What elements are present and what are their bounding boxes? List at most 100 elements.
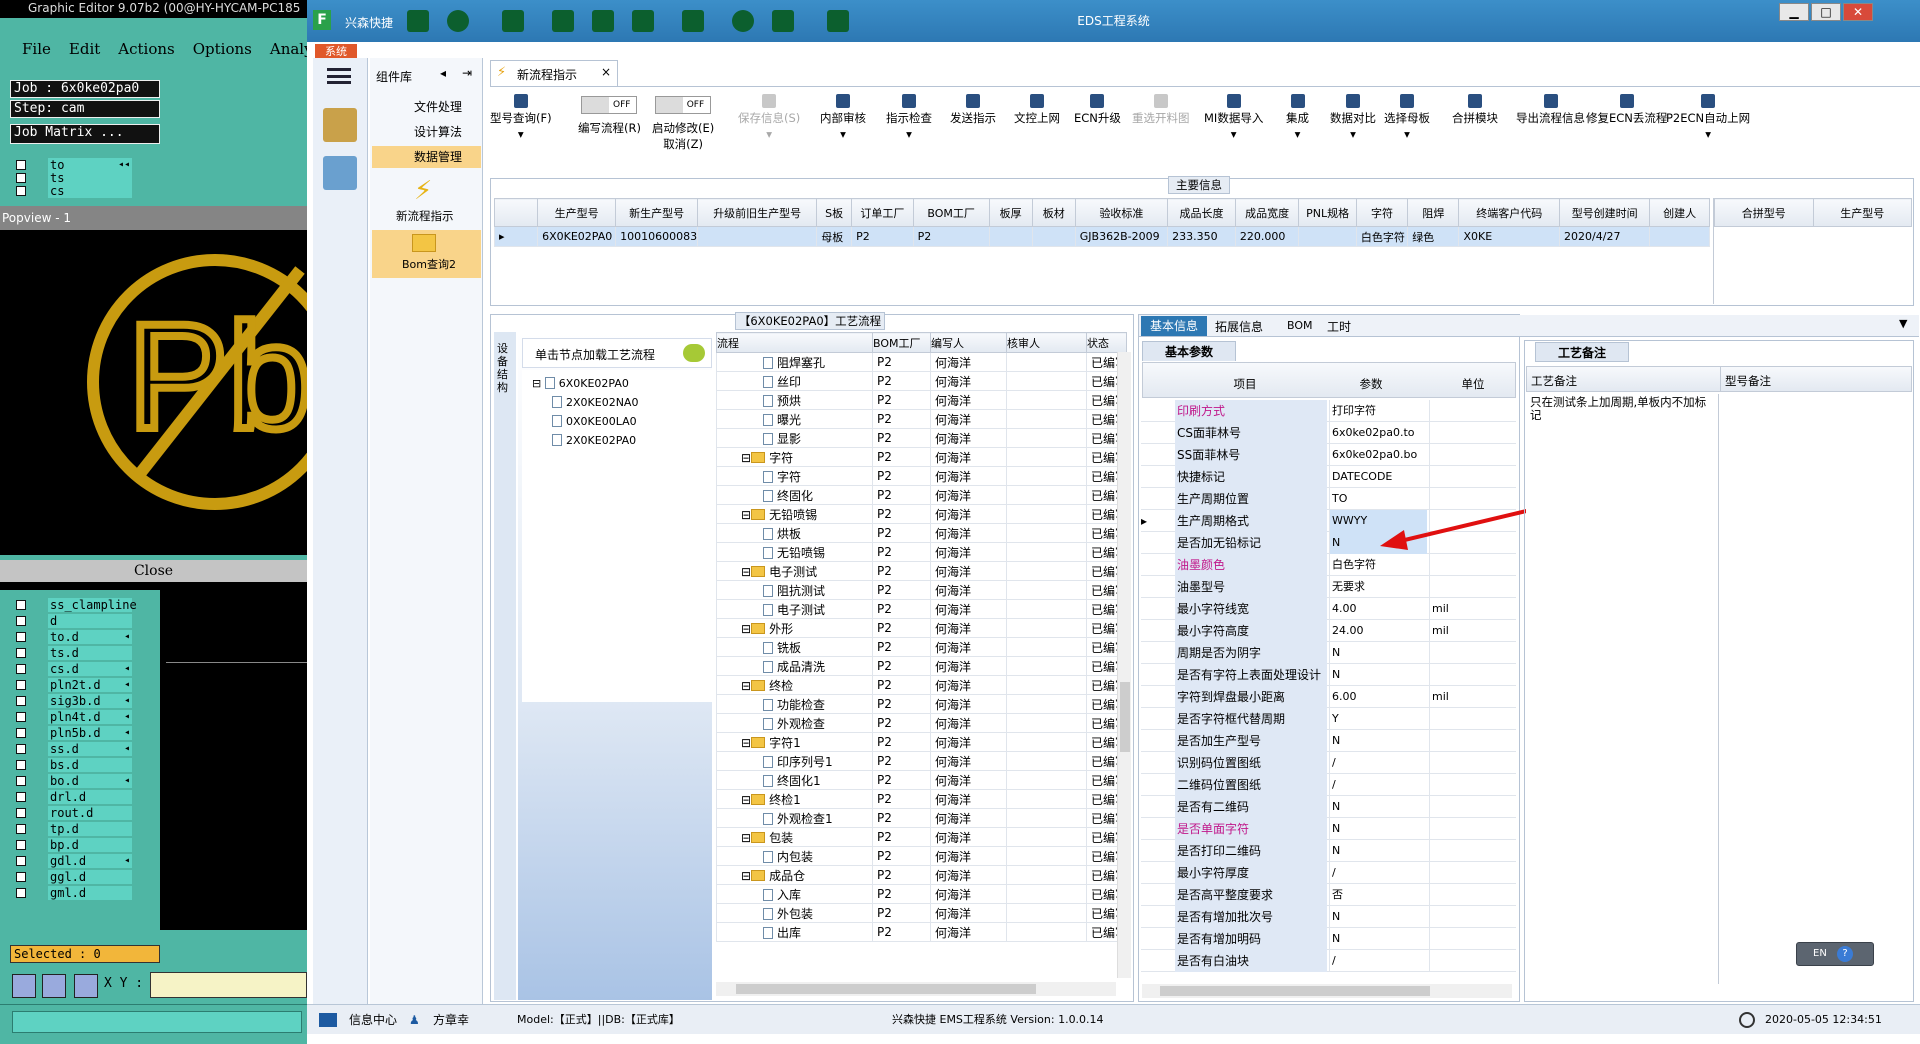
layer-checkbox[interactable]: [16, 792, 26, 802]
column-header[interactable]: 验收标准: [1074, 198, 1169, 227]
process-name-cell[interactable]: 铣板: [716, 637, 873, 657]
table-cell[interactable]: 何海洋: [930, 675, 1007, 695]
ribbon-button-5[interactable]: 指示检查 ▾: [886, 92, 932, 172]
table-cell[interactable]: P2: [872, 352, 931, 372]
process-name-cell[interactable]: 曝光: [716, 409, 873, 429]
table-cell[interactable]: 6X0KE02PA0: [537, 226, 617, 247]
layer-checkbox[interactable]: [16, 776, 26, 786]
layer-checkbox[interactable]: [16, 744, 26, 754]
table-cell[interactable]: [1006, 865, 1087, 885]
table-cell[interactable]: 何海洋: [930, 580, 1007, 600]
param-value[interactable]: /: [1329, 862, 1427, 884]
param-row[interactable]: CS面菲林号 6x0ke02pa0.to: [1141, 422, 1516, 444]
table-cell[interactable]: 何海洋: [930, 561, 1007, 581]
process-row[interactable]: 出库 P2 何海洋 已编写: [716, 922, 1127, 942]
layer-checkbox[interactable]: [16, 712, 26, 722]
column-header[interactable]: 升级前旧生产型号: [697, 198, 818, 227]
dropdown-arrow-icon[interactable]: ▾: [1705, 127, 1711, 141]
params-header-unit[interactable]: 单位: [1433, 376, 1513, 392]
layer-checkbox[interactable]: [16, 648, 26, 658]
table-cell[interactable]: [1006, 428, 1087, 448]
process-horizontal-scrollbar[interactable]: [716, 982, 1116, 996]
ribbon-button-17[interactable]: P2ECN自动上网 ▾: [1666, 92, 1750, 172]
table-cell[interactable]: [1006, 675, 1087, 695]
layer-row[interactable]: pln4t.d ◂: [14, 710, 132, 724]
collapse-icon[interactable]: ⊟: [741, 793, 751, 807]
ime-toolbar[interactable]: EN ?: [1796, 942, 1874, 966]
table-cell[interactable]: 何海洋: [930, 656, 1007, 676]
process-row[interactable]: 成品清洗 P2 何海洋 已编写: [716, 656, 1127, 676]
layer-checkbox[interactable]: [16, 160, 26, 170]
process-name-cell[interactable]: 终固化: [716, 485, 873, 505]
layer-checkbox[interactable]: [16, 888, 26, 898]
param-row[interactable]: 油墨型号 无要求: [1141, 576, 1516, 598]
param-value[interactable]: 4.00: [1329, 598, 1427, 620]
param-row[interactable]: 是否字符框代替周期 Y: [1141, 708, 1516, 730]
process-name-cell[interactable]: 外观检查: [716, 713, 873, 733]
table-cell[interactable]: [1006, 523, 1087, 543]
layer-row[interactable]: to.d ◂: [14, 630, 132, 644]
process-name-cell[interactable]: 成品清洗: [716, 656, 873, 676]
process-name-cell[interactable]: 烘板: [716, 523, 873, 543]
param-value[interactable]: 白色字符: [1329, 554, 1427, 576]
column-header[interactable]: 创建人: [1649, 198, 1710, 227]
process-name-cell[interactable]: ⊟ 无铅喷锡: [716, 504, 873, 524]
table-cell[interactable]: 何海洋: [930, 447, 1007, 467]
process-column-header[interactable]: 流程: [716, 332, 873, 353]
popview-close-button[interactable]: Close: [0, 560, 307, 582]
table-cell[interactable]: P2: [872, 846, 931, 866]
collapse-icon[interactable]: ⊟: [741, 451, 751, 465]
component-design-algorithm[interactable]: 设计算法: [372, 121, 481, 143]
param-value[interactable]: /: [1329, 774, 1427, 796]
table-cell[interactable]: P2: [872, 447, 931, 467]
xy-input[interactable]: [150, 972, 307, 998]
sub-tab-basic-params[interactable]: 基本参数: [1142, 341, 1236, 361]
table-cell[interactable]: 何海洋: [930, 789, 1007, 809]
table-cell[interactable]: X0KE: [1458, 226, 1561, 247]
process-row[interactable]: 外观检查 P2 何海洋 已编写: [716, 713, 1127, 733]
process-name-cell[interactable]: 阻焊塞孔: [716, 352, 873, 372]
param-row[interactable]: 最小字符高度 24.00 mil: [1141, 620, 1516, 642]
dropdown-arrow-icon[interactable]: ▾: [1350, 127, 1356, 141]
table-cell[interactable]: 何海洋: [930, 485, 1007, 505]
process-name-cell[interactable]: 字符: [716, 466, 873, 486]
tab-bom[interactable]: BOM: [1287, 319, 1313, 332]
process-column-header[interactable]: 编写人: [930, 332, 1007, 353]
ribbon-button-12[interactable]: 数据对比 ▾: [1330, 92, 1376, 172]
column-header[interactable]: S板: [816, 198, 853, 227]
param-row[interactable]: 二维码位置图纸 /: [1141, 774, 1516, 796]
process-name-cell[interactable]: 印序列号1: [716, 751, 873, 771]
process-name-cell[interactable]: 电子测试: [716, 599, 873, 619]
layer-checkbox[interactable]: [16, 186, 26, 196]
tab-hours[interactable]: 工时: [1327, 318, 1351, 335]
ribbon-button-16[interactable]: 修复ECN丢流程: [1586, 92, 1667, 172]
table-cell[interactable]: [1006, 884, 1087, 904]
layer-checkbox[interactable]: [16, 840, 26, 850]
param-value[interactable]: /: [1329, 752, 1427, 774]
param-row[interactable]: 是否加生产型号 N: [1141, 730, 1516, 752]
ribbon-button-15[interactable]: 导出流程信息: [1516, 92, 1585, 172]
table-cell[interactable]: 何海洋: [930, 637, 1007, 657]
process-row[interactable]: 无铅喷锡 P2 何海洋 已编写: [716, 542, 1127, 562]
maximize-button[interactable]: □: [1811, 3, 1841, 21]
param-row[interactable]: 印刷方式 打印字符: [1141, 400, 1516, 422]
param-value[interactable]: N: [1329, 928, 1427, 950]
table-cell[interactable]: P2: [872, 618, 931, 638]
layer-checkbox[interactable]: [16, 632, 26, 642]
ribbon-button-4[interactable]: 内部审核 ▾: [820, 92, 866, 172]
table-cell[interactable]: 何海洋: [930, 922, 1007, 942]
table-cell[interactable]: [1006, 599, 1087, 619]
process-column-header[interactable]: 核审人: [1006, 332, 1087, 353]
table-cell[interactable]: P2: [872, 865, 931, 885]
process-name-cell[interactable]: 无铅喷锡: [716, 542, 873, 562]
table-cell[interactable]: P2: [872, 466, 931, 486]
param-row[interactable]: 最小字符厚度 /: [1141, 862, 1516, 884]
process-row[interactable]: 铣板 P2 何海洋 已编写: [716, 637, 1127, 657]
status-info-center[interactable]: 信息中心: [349, 1005, 397, 1035]
table-cell[interactable]: [1298, 226, 1357, 247]
table-cell[interactable]: 绿色: [1407, 226, 1460, 247]
table-cell[interactable]: P2: [912, 226, 990, 247]
table-cell[interactable]: 何海洋: [930, 770, 1007, 790]
table-cell[interactable]: 何海洋: [930, 713, 1007, 733]
table-cell[interactable]: [1006, 485, 1087, 505]
